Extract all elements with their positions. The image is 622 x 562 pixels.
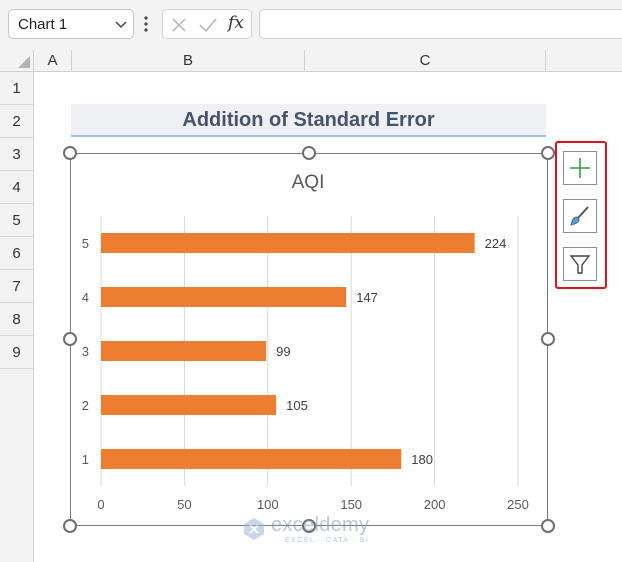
formula-input[interactable] xyxy=(259,9,622,39)
more-options-icon[interactable] xyxy=(143,14,149,34)
brush-icon xyxy=(570,206,589,226)
column-header-c[interactable]: C xyxy=(305,50,546,72)
chart-area[interactable]: AQI 0 50 100 150 200 250 1 180 2 105 3 99 4 147 5 224 xyxy=(70,153,548,526)
sheet-title-cell[interactable]: Addition of Standard Error xyxy=(71,104,546,137)
data-label-1: 180 xyxy=(411,452,433,467)
watermark-tagline: EXCEL · DATA · BI xyxy=(285,537,370,544)
resize-handle-left[interactable] xyxy=(63,332,77,346)
resize-handle-right[interactable] xyxy=(541,332,555,346)
resize-handle-bottom-left[interactable] xyxy=(63,519,77,533)
column-header-b[interactable]: B xyxy=(72,50,305,72)
y-tick-label-5: 5 xyxy=(82,236,89,251)
chart-title[interactable]: AQI xyxy=(292,172,325,193)
formula-bar-area: Chart 1 fx xyxy=(0,0,622,50)
name-box[interactable]: Chart 1 xyxy=(8,9,134,39)
row-header-9[interactable]: 9 xyxy=(0,336,34,369)
enter-check-icon[interactable] xyxy=(197,15,219,35)
watermark-name: exceldemy xyxy=(271,514,370,536)
bar-2 xyxy=(101,395,277,415)
row-header-6[interactable]: 6 xyxy=(0,237,34,270)
row-header-3[interactable]: 3 xyxy=(0,138,34,171)
y-tick-label-4: 4 xyxy=(82,290,89,305)
bar-4 xyxy=(101,287,347,307)
bar-5 xyxy=(101,233,475,253)
data-label-5: 224 xyxy=(485,236,507,251)
x-tick-label-0: 0 xyxy=(97,497,104,512)
column-header-a[interactable]: A xyxy=(34,50,72,72)
y-tick-label-1: 1 xyxy=(82,452,89,467)
column-header-empty xyxy=(546,50,622,72)
row-header-filler xyxy=(0,369,34,562)
row-header-5[interactable]: 5 xyxy=(0,204,34,237)
resize-handle-top-right[interactable] xyxy=(541,146,555,160)
bar-chart: AQI 0 50 100 150 200 250 1 180 2 105 3 99 4 147 5 224 xyxy=(82,172,529,512)
chart-elements-button[interactable] xyxy=(563,151,597,185)
row-header-8[interactable]: 8 xyxy=(0,303,34,336)
chart-filters-button[interactable] xyxy=(563,247,597,281)
select-all-corner[interactable] xyxy=(0,50,34,72)
x-tick-label-150: 150 xyxy=(340,497,362,512)
x-tick-label-200: 200 xyxy=(424,497,446,512)
row-header-1[interactable]: 1 xyxy=(0,72,34,105)
cancel-icon[interactable] xyxy=(169,15,189,35)
resize-handle-bottom-right[interactable] xyxy=(541,519,555,533)
chart-styles-button[interactable] xyxy=(563,199,597,233)
chevron-down-icon[interactable] xyxy=(115,18,127,30)
bar-3 xyxy=(101,341,267,361)
x-tick-label-100: 100 xyxy=(257,497,279,512)
row-header-2[interactable]: 2 xyxy=(0,105,34,138)
row-header-7[interactable]: 7 xyxy=(0,270,34,303)
y-tick-label-3: 3 xyxy=(82,344,89,359)
bar-1 xyxy=(101,449,402,469)
x-tick-label-50: 50 xyxy=(177,497,191,512)
data-label-2: 105 xyxy=(286,398,308,413)
data-label-3: 99 xyxy=(276,344,290,359)
y-tick-label-2: 2 xyxy=(82,398,89,413)
filter-icon xyxy=(569,255,591,274)
plus-icon xyxy=(570,158,590,178)
row-header-4[interactable]: 4 xyxy=(0,171,34,204)
watermark-logo: exceldemy EXCEL · DATA · BI xyxy=(241,514,391,550)
resize-handle-top-left[interactable] xyxy=(63,146,77,160)
exceldemy-logo-icon xyxy=(244,518,264,540)
x-tick-label-250: 250 xyxy=(507,497,529,512)
name-box-value: Chart 1 xyxy=(18,16,68,33)
chart-buttons-highlight xyxy=(555,141,607,289)
formula-controls: fx xyxy=(162,9,252,39)
resize-handle-top[interactable] xyxy=(302,146,316,160)
select-all-triangle-icon xyxy=(18,56,30,68)
data-label-4: 147 xyxy=(356,290,378,305)
insert-function-button[interactable]: fx xyxy=(228,13,244,33)
